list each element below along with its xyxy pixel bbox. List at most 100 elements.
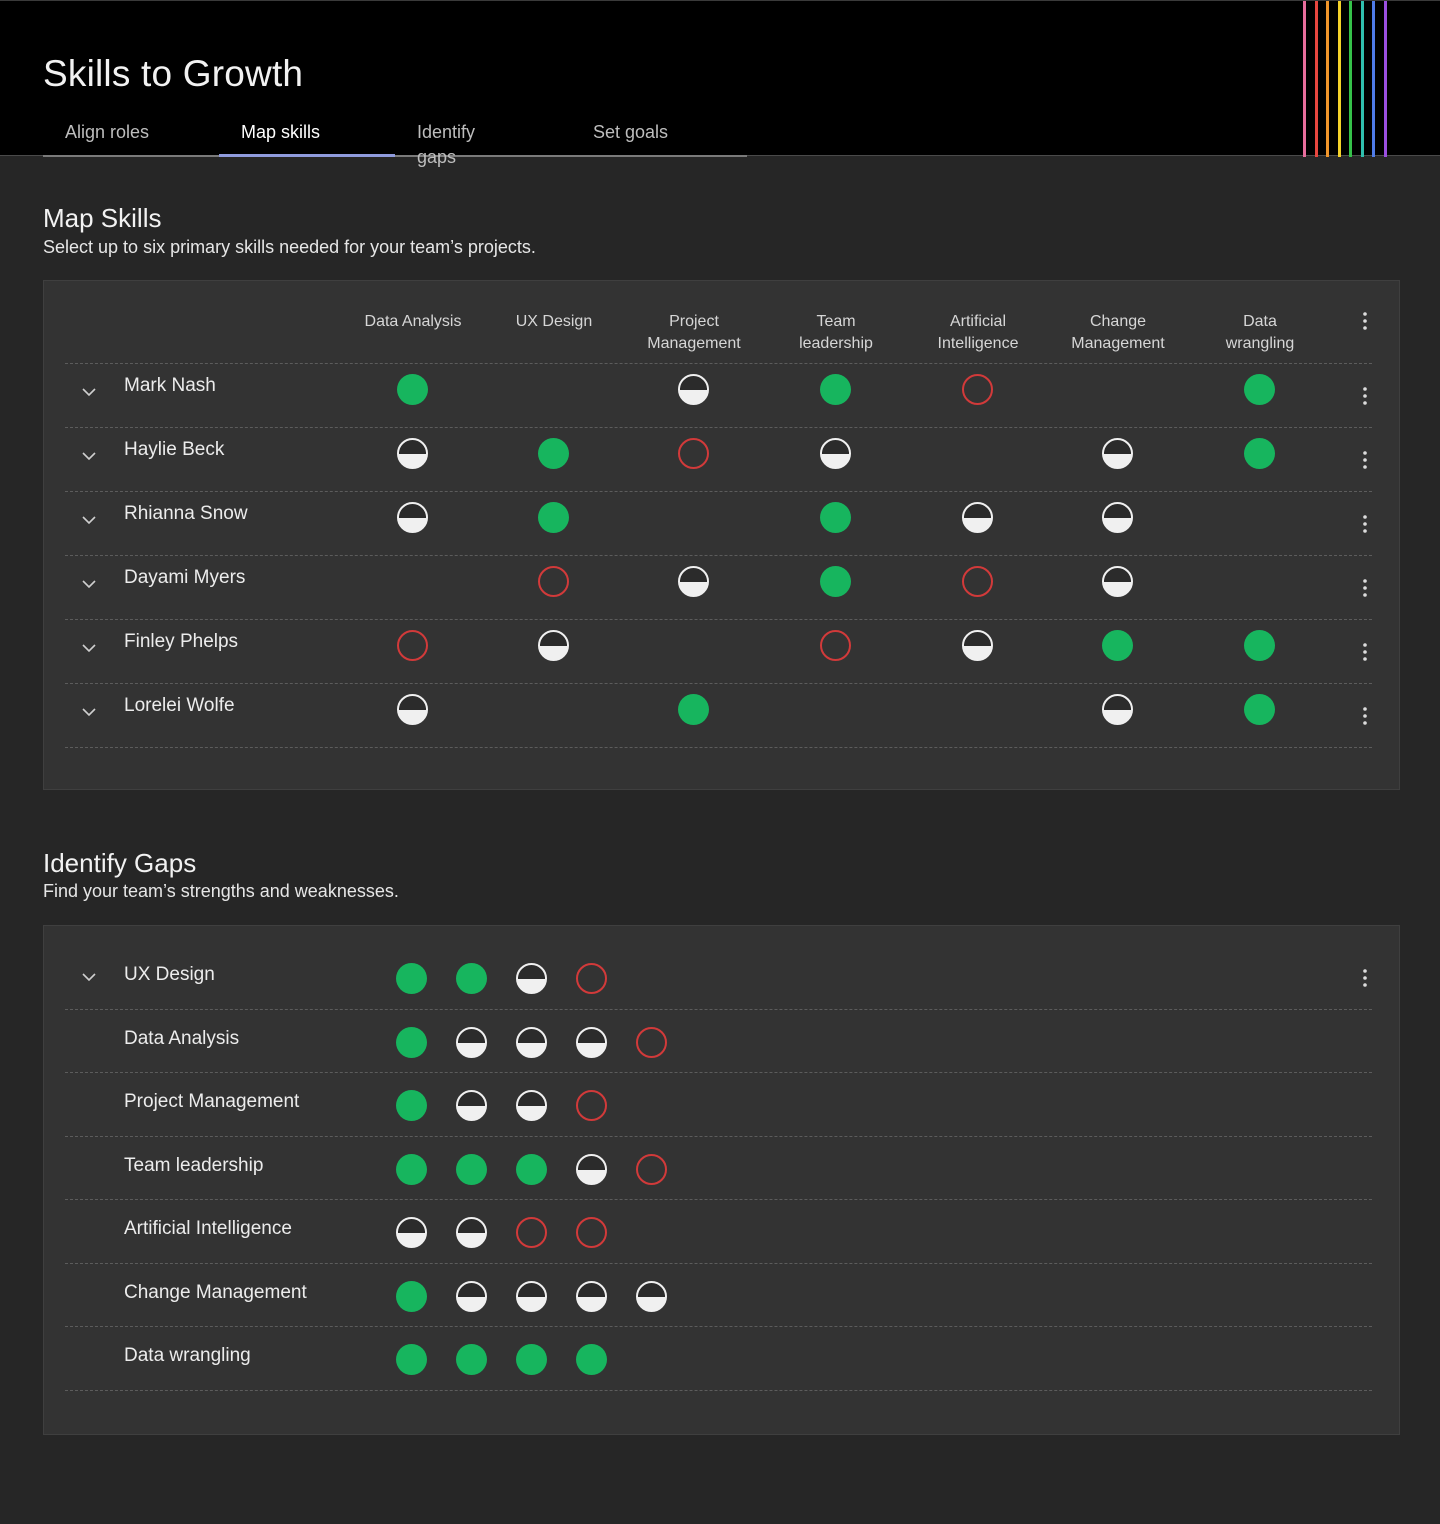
chevron-down-icon[interactable] <box>80 383 98 401</box>
skill-gap-icon[interactable] <box>678 438 709 469</box>
skill-full-icon[interactable] <box>396 1280 427 1312</box>
skill-partial-icon[interactable] <box>456 1280 487 1312</box>
skill-partial-icon[interactable] <box>516 1090 547 1121</box>
skill-partial-icon[interactable] <box>962 630 993 661</box>
skill-full-icon[interactable] <box>456 963 487 994</box>
table-menu-kebab-icon[interactable] <box>1357 310 1373 332</box>
skill-full-icon[interactable] <box>516 1344 547 1375</box>
stripe <box>1360 1 1364 157</box>
skill-full-icon[interactable] <box>538 502 569 533</box>
skill-name: Project Management <box>124 1091 300 1112</box>
skill-full-icon[interactable] <box>396 1026 427 1058</box>
skill-gap-icon[interactable] <box>962 374 993 405</box>
skill-gap-icon[interactable] <box>636 1026 667 1058</box>
skill-partial-icon[interactable] <box>516 963 547 994</box>
skill-full-icon[interactable] <box>1102 630 1133 661</box>
identify-gaps-title: Identify Gaps <box>43 848 197 878</box>
skill-full-icon[interactable] <box>1244 438 1275 469</box>
skill-partial-icon[interactable] <box>576 1280 607 1312</box>
skill-full-icon[interactable] <box>678 694 709 725</box>
divider <box>65 491 1372 492</box>
row-menu-kebab-icon[interactable] <box>1357 449 1373 471</box>
skill-partial-icon[interactable] <box>516 1280 547 1312</box>
column-header-label: Data wrangling <box>1225 313 1295 352</box>
skill-full-icon[interactable] <box>1244 374 1275 405</box>
app-header: Skills to Growth Align roles Map skills Id… <box>0 0 1440 167</box>
skill-partial-icon[interactable] <box>516 1026 547 1058</box>
skill-gap-icon[interactable] <box>516 1217 547 1248</box>
skill-partial-icon[interactable] <box>456 1217 487 1248</box>
skill-gap-icon[interactable] <box>820 630 851 661</box>
column-header: Data Analysis <box>343 311 483 333</box>
skill-gap-icon[interactable] <box>576 963 607 994</box>
stripe <box>1303 1 1306 157</box>
tab-identify-gaps[interactable]: Identify gaps <box>395 119 571 167</box>
skill-gap-icon[interactable] <box>636 1153 667 1185</box>
skill-partial-icon[interactable] <box>962 502 993 533</box>
skill-full-icon[interactable] <box>820 502 851 533</box>
skill-partial-icon[interactable] <box>456 1090 487 1121</box>
column-header-label: Change Management <box>1071 313 1165 352</box>
skill-partial-icon[interactable] <box>636 1280 667 1312</box>
row-menu-kebab-icon[interactable] <box>1357 385 1373 407</box>
stripe <box>1326 1 1329 157</box>
skill-partial-icon[interactable] <box>1102 566 1133 597</box>
tab-align-roles[interactable]: Align roles <box>43 119 219 157</box>
skill-partial-icon[interactable] <box>538 630 569 661</box>
skill-full-icon[interactable] <box>397 374 428 405</box>
chevron-down-icon[interactable] <box>80 575 98 593</box>
skill-gap-icon[interactable] <box>576 1090 607 1121</box>
skill-partial-icon[interactable] <box>678 374 709 405</box>
skill-partial-icon[interactable] <box>820 438 851 469</box>
skill-full-icon[interactable] <box>456 1153 487 1185</box>
skill-full-icon[interactable] <box>516 1153 547 1185</box>
column-header: Team leadership <box>766 311 906 355</box>
skill-full-icon[interactable] <box>456 1344 487 1375</box>
tab-set-goals[interactable]: Set goals <box>571 119 747 157</box>
skill-partial-icon[interactable] <box>678 566 709 597</box>
skill-partial-icon[interactable] <box>1102 502 1133 533</box>
chevron-down-icon[interactable] <box>80 447 98 465</box>
skill-full-icon[interactable] <box>820 374 851 405</box>
skill-full-icon[interactable] <box>1244 694 1275 725</box>
skill-full-icon[interactable] <box>396 1344 427 1375</box>
skill-full-icon[interactable] <box>820 566 851 597</box>
skill-partial-icon[interactable] <box>397 438 428 469</box>
row-menu-kebab-icon[interactable] <box>1357 705 1373 727</box>
chevron-down-icon[interactable] <box>80 968 98 986</box>
skill-full-icon[interactable] <box>396 1153 427 1185</box>
rainbow-stripes-logo <box>1303 1 1393 157</box>
chevron-down-icon[interactable] <box>80 703 98 721</box>
skill-gap-icon[interactable] <box>962 566 993 597</box>
row-menu-kebab-icon[interactable] <box>1357 513 1373 535</box>
skill-gap-icon[interactable] <box>538 566 569 597</box>
tab-map-skills[interactable]: Map skills <box>219 119 395 157</box>
identify-gaps-table: UX Design Data Analysis Project Management… <box>43 925 1400 1435</box>
map-skills-title: Map Skills <box>43 203 162 233</box>
skill-partial-icon[interactable] <box>397 502 428 533</box>
skill-partial-icon[interactable] <box>1102 694 1133 725</box>
skill-partial-icon[interactable] <box>396 1217 427 1248</box>
skill-gap-icon[interactable] <box>576 1217 607 1248</box>
skill-partial-icon[interactable] <box>576 1153 607 1185</box>
skill-full-icon[interactable] <box>396 963 427 994</box>
skill-full-icon[interactable] <box>396 1090 427 1121</box>
row-menu-kebab-icon[interactable] <box>1357 577 1373 599</box>
stripe <box>1383 1 1387 157</box>
row-menu-kebab-icon[interactable] <box>1357 967 1373 989</box>
skill-full-icon[interactable] <box>1244 630 1275 661</box>
row-menu-kebab-icon[interactable] <box>1357 641 1373 663</box>
skill-partial-icon[interactable] <box>1102 438 1133 469</box>
skill-partial-icon[interactable] <box>456 1026 487 1058</box>
skill-full-icon[interactable] <box>538 438 569 469</box>
skill-full-icon[interactable] <box>576 1344 607 1375</box>
skill-gap-icon[interactable] <box>397 630 428 661</box>
divider <box>65 1326 1372 1327</box>
member-name: Rhianna Snow <box>124 503 248 524</box>
skill-partial-icon[interactable] <box>397 694 428 725</box>
skill-partial-icon[interactable] <box>576 1026 607 1058</box>
chevron-down-icon[interactable] <box>80 639 98 657</box>
identify-gaps-subtitle: Find your team’s strengths and weaknesse… <box>43 881 399 901</box>
chevron-down-icon[interactable] <box>80 511 98 529</box>
divider <box>65 555 1372 556</box>
